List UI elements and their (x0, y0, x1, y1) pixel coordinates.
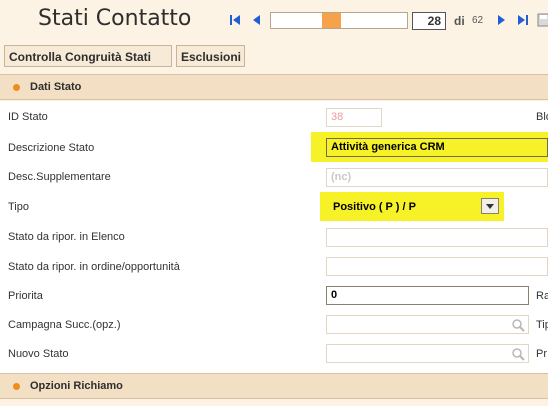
side-label-tip: Tip (536, 319, 548, 331)
nuovo-stato-field[interactable] (326, 344, 529, 363)
side-label-blo: Blo (536, 111, 548, 123)
stato-ordine-field[interactable] (326, 257, 548, 276)
page-number-input[interactable]: 28 (412, 12, 446, 30)
record-slider[interactable] (270, 12, 408, 29)
stato-elenco-label: Stato da ripor. in Elenco (8, 231, 125, 243)
exclusions-button[interactable]: Esclusioni (176, 45, 245, 67)
first-page-icon[interactable] (228, 13, 242, 27)
nuovo-stato-label: Nuovo Stato (8, 348, 69, 360)
form-panel: ID Stato 38 Blo Descrizione Stato Attivi… (0, 101, 548, 373)
side-label-ra: Ra (536, 290, 548, 302)
tipo-label: Tipo (8, 201, 29, 213)
bullet-icon (13, 383, 20, 390)
page-of-label: di (454, 14, 465, 28)
id-label: ID Stato (8, 111, 48, 123)
id-field: 38 (326, 108, 382, 127)
tipo-dropdown-button[interactable] (481, 198, 499, 214)
description-field[interactable]: Attività generica CRM (326, 138, 548, 157)
section-title: Dati Stato (30, 81, 82, 93)
stato-ordine-label: Stato da ripor. in ordine/opportunità (8, 261, 180, 273)
description-label: Descrizione Stato (8, 142, 95, 154)
page-total: 62 (472, 15, 484, 26)
prev-page-icon[interactable] (250, 13, 264, 27)
campagna-label: Campagna Succ.(opz.) (8, 319, 121, 331)
slider-thumb[interactable] (322, 13, 341, 28)
magnifier-icon[interactable] (511, 318, 525, 332)
section-header-dati-stato[interactable]: Dati Stato (0, 74, 548, 100)
chevron-down-icon (486, 204, 494, 209)
bullet-icon (13, 84, 20, 91)
side-label-pr: Pr (536, 348, 547, 360)
action-bar: Controlla Congruità Stati Esclusioni (0, 42, 548, 72)
last-page-icon[interactable] (516, 13, 530, 27)
stato-elenco-field[interactable] (326, 228, 548, 247)
priorita-field[interactable]: 0 (326, 286, 529, 305)
tipo-select[interactable]: Positivo ( P ) / P (333, 201, 416, 213)
section-title: Opzioni Richiamo (30, 380, 123, 392)
campagna-field[interactable] (326, 315, 529, 334)
priorita-label: Priorita (8, 290, 43, 302)
desc-supplementare-label: Desc.Supplementare (8, 171, 111, 183)
save-icon[interactable] (537, 13, 548, 27)
desc-supplementare-field[interactable]: (nc) (326, 168, 548, 187)
page-title: Stati Contatto (38, 6, 192, 31)
magnifier-icon[interactable] (511, 347, 525, 361)
title-bar: Stati Contatto 28 di 62 (0, 0, 548, 42)
next-page-icon[interactable] (494, 13, 508, 27)
section-header-opzioni-richiamo[interactable]: Opzioni Richiamo (0, 373, 548, 399)
check-states-button[interactable]: Controlla Congruità Stati (4, 45, 172, 67)
